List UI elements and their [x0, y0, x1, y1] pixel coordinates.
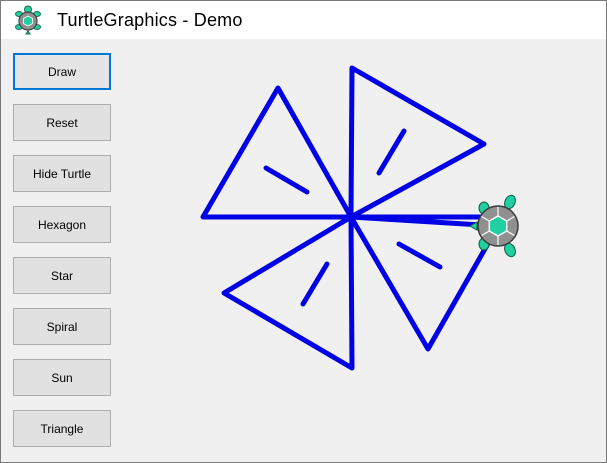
stroke-upper-left: [263, 165, 310, 195]
triangle-lower-left: [221, 214, 355, 371]
triangle-button[interactable]: Triangle: [13, 410, 111, 447]
stroke-lower-right: [396, 241, 443, 270]
client-area: Draw Reset Hide Turtle Hexagon Star Spir…: [1, 39, 606, 462]
stroke-lower-left: [300, 261, 330, 307]
stroke-upper-right: [376, 128, 407, 176]
title-bar[interactable]: TurtleGraphics - Demo: [1, 1, 606, 39]
hexagon-button[interactable]: Hexagon: [13, 206, 111, 243]
pinwheel-drawing: [200, 65, 501, 371]
sun-button[interactable]: Sun: [13, 359, 111, 396]
triangle-lower-right: [348, 214, 501, 352]
drawing-canvas[interactable]: [121, 39, 606, 462]
window-title: TurtleGraphics - Demo: [57, 10, 243, 30]
draw-button[interactable]: Draw: [13, 53, 111, 90]
triangle-upper-left: [200, 85, 354, 220]
turtle-cursor: [468, 194, 519, 258]
turtle-shell-pattern: [488, 215, 508, 237]
app-window: TurtleGraphics - Demo Draw Reset Hide Tu…: [0, 0, 607, 463]
star-button[interactable]: Star: [13, 257, 111, 294]
spiral-button[interactable]: Spiral: [13, 308, 111, 345]
hide-turtle-button[interactable]: Hide Turtle: [13, 155, 111, 192]
reset-button[interactable]: Reset: [13, 104, 111, 141]
triangle-upper-right: [348, 65, 487, 220]
turtle-icon: [15, 5, 41, 35]
